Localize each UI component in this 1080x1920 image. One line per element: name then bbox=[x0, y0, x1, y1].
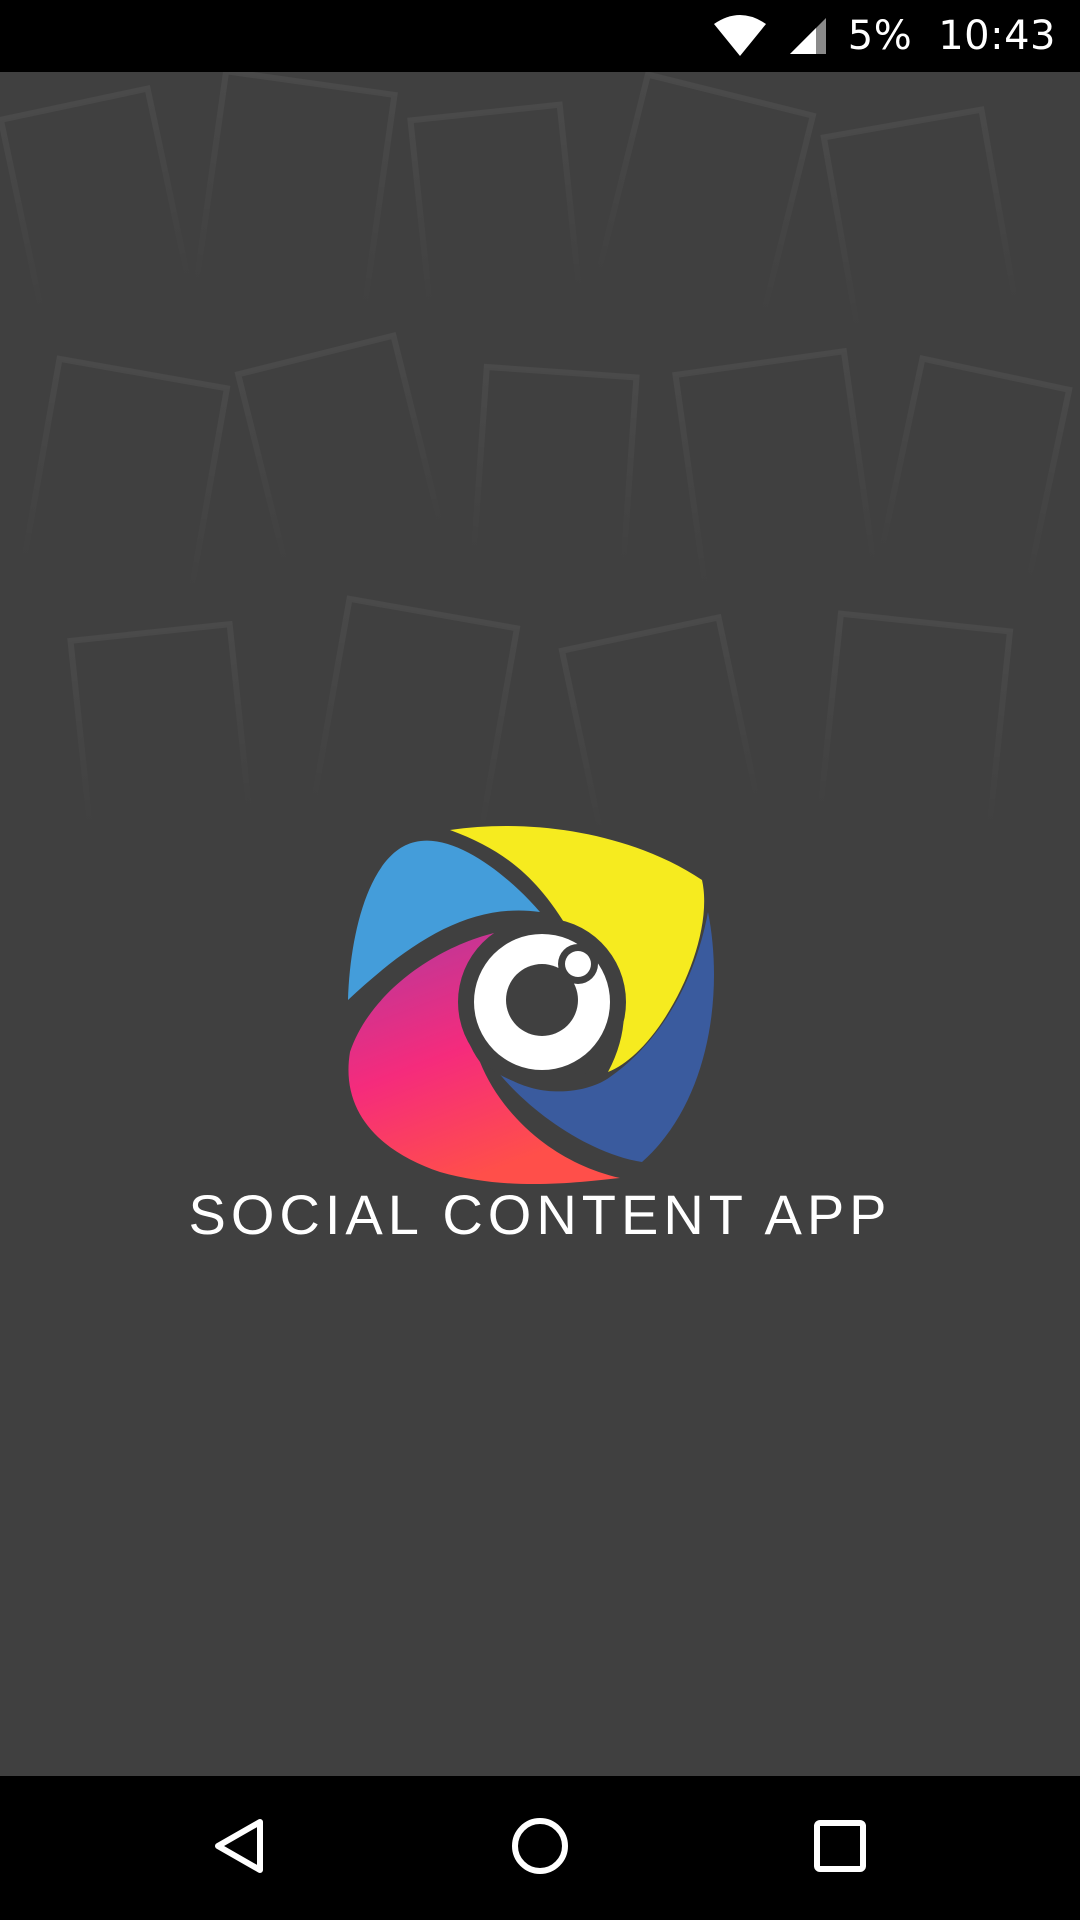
home-icon bbox=[510, 1816, 570, 1880]
app-title: SOCIAL CONTENT APP bbox=[188, 1183, 892, 1246]
clock: 10:43 bbox=[938, 13, 1056, 59]
status-icons: 5% 10:43 bbox=[712, 0, 1056, 72]
home-button[interactable] bbox=[460, 1776, 620, 1920]
recents-icon bbox=[812, 1818, 868, 1878]
navigation-bar bbox=[0, 1776, 1080, 1920]
splash-content: SOCIAL CONTENT APP bbox=[0, 72, 1080, 1776]
splash-screen: 5% 10:43 SOCIAL CONTENT APP bbox=[0, 0, 1080, 1920]
cell-signal-icon bbox=[786, 14, 830, 58]
back-icon bbox=[210, 1816, 270, 1880]
back-button[interactable] bbox=[160, 1776, 320, 1920]
wifi-icon bbox=[712, 14, 768, 58]
status-bar: 5% 10:43 bbox=[0, 0, 1080, 72]
recents-button[interactable] bbox=[760, 1776, 920, 1920]
battery-percentage: 5% bbox=[847, 13, 913, 59]
app-logo bbox=[348, 825, 715, 1185]
